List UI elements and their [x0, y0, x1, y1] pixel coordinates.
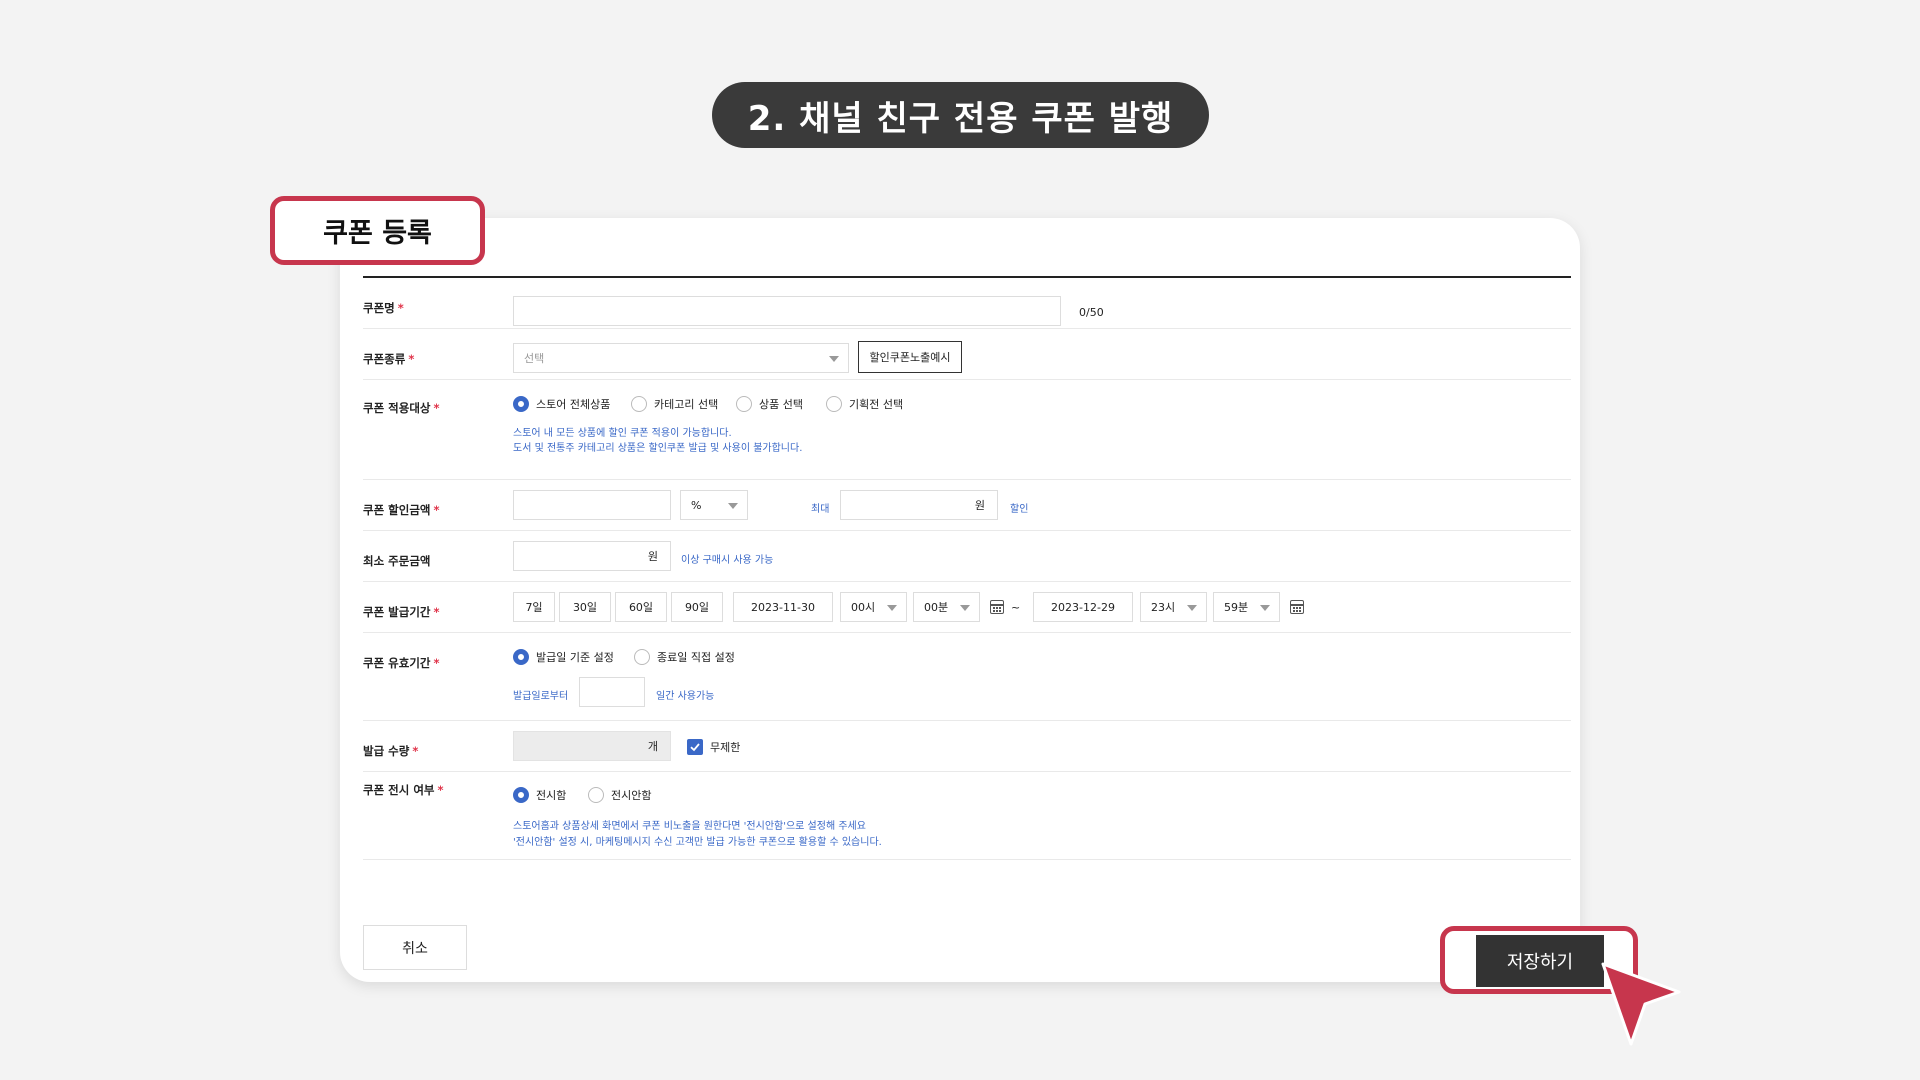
radio-empty-icon — [634, 649, 650, 665]
valid-days-input[interactable] — [579, 677, 645, 707]
date-range-tilde: ~ — [1011, 601, 1021, 614]
end-minute-select[interactable]: 59분 — [1213, 592, 1280, 622]
radio-target-product[interactable]: 상품 선택 — [736, 396, 803, 412]
quantity-input[interactable]: 개 — [513, 731, 671, 761]
label-coupon-target: 쿠폰 적용대상 — [363, 401, 431, 415]
start-hour-select[interactable]: 00시 — [840, 592, 907, 622]
chevron-down-icon — [960, 605, 970, 611]
discount-suffix: 할인 — [1010, 504, 1029, 515]
chevron-down-icon — [887, 605, 897, 611]
radio-target-store-all[interactable]: 스토어 전체상품 — [513, 396, 610, 412]
required-mark: * — [408, 352, 415, 366]
row-coupon-type: 쿠폰종류 * 선택 할인쿠폰노출예시 — [363, 329, 1571, 380]
radio-empty-icon — [588, 787, 604, 803]
step-title-pill: 2. 채널 친구 전용 쿠폰 발행 — [712, 82, 1209, 148]
required-mark: * — [433, 605, 440, 619]
radio-empty-icon — [826, 396, 842, 412]
coupon-type-select[interactable]: 선택 — [513, 343, 849, 373]
quick-60-days[interactable]: 60일 — [615, 592, 667, 622]
label-coupon-type: 쿠폰종류 — [363, 352, 406, 366]
label-issue-period: 쿠폰 발급기간 — [363, 605, 431, 619]
radio-target-category[interactable]: 카테고리 선택 — [631, 396, 718, 412]
quick-90-days[interactable]: 90일 — [671, 592, 723, 622]
label-min-order: 최소 주문금액 — [363, 554, 431, 568]
coupon-name-counter: 0/50 — [1079, 306, 1104, 319]
row-discount: 쿠폰 할인금액 * % 최대 원 할인 — [363, 480, 1571, 531]
radio-selected-icon — [513, 787, 529, 803]
row-quantity: 발급 수량 * 개 무제한 — [363, 721, 1571, 772]
row-issue-period: 쿠폰 발급기간 * 7일 30일 60일 90일 2023-11-30 00시 0… — [363, 582, 1571, 633]
radio-display-off[interactable]: 전시안함 — [588, 787, 651, 803]
required-mark: * — [433, 503, 440, 517]
row-min-order: 최소 주문금액 원 이상 구매시 사용 가능 — [363, 531, 1571, 582]
calendar-icon[interactable] — [990, 600, 1004, 614]
radio-empty-icon — [736, 396, 752, 412]
radio-valid-by-issue[interactable]: 발급일 기준 설정 — [513, 649, 614, 665]
end-date-input[interactable]: 2023-12-29 — [1033, 592, 1133, 622]
target-help-text-2: 도서 및 전통주 카테고리 상품은 할인쿠폰 발급 및 사용이 불가합니다. — [513, 443, 803, 454]
start-date-input[interactable]: 2023-11-30 — [733, 592, 833, 622]
chevron-down-icon — [1260, 605, 1270, 611]
min-order-suffix: 이상 구매시 사용 가능 — [681, 555, 774, 566]
quick-30-days[interactable]: 30일 — [559, 592, 611, 622]
required-mark: * — [433, 401, 440, 415]
required-mark: * — [412, 744, 419, 758]
checkbox-checked-icon — [687, 739, 703, 755]
radio-selected-icon — [513, 396, 529, 412]
required-mark: * — [397, 301, 404, 315]
discount-value-input[interactable] — [513, 490, 671, 520]
label-discount: 쿠폰 할인금액 — [363, 503, 431, 517]
row-coupon-name: 쿠폰명 * 0/50 — [363, 278, 1571, 329]
radio-target-exhibition[interactable]: 기획전 선택 — [826, 396, 903, 412]
discount-max-input[interactable]: 원 — [840, 490, 998, 520]
label-coupon-name: 쿠폰명 — [363, 301, 395, 315]
radio-empty-icon — [631, 396, 647, 412]
row-coupon-target: 쿠폰 적용대상 * 스토어 전체상품 카테고리 선택 상품 선택 기획전 선택 스… — [363, 380, 1571, 480]
label-valid-period: 쿠폰 유효기간 — [363, 656, 431, 670]
min-order-input[interactable]: 원 — [513, 541, 671, 571]
display-help-text-2: '전시안함' 설정 시, 마케팅메시지 수신 고객만 발급 가능한 쿠폰으로 활… — [513, 837, 882, 848]
section-tag-coupon-register: 쿠폰 등록 — [270, 196, 485, 265]
start-minute-select[interactable]: 00분 — [913, 592, 980, 622]
calendar-icon[interactable] — [1290, 600, 1304, 614]
coupon-form-card: 쿠폰명 * 0/50 쿠폰종류 * 선택 할인쿠폰노출예시 쿠폰 적용대상 * 스토어… — [340, 218, 1580, 982]
save-button[interactable]: 저장하기 — [1476, 935, 1604, 987]
chevron-down-icon — [829, 356, 839, 362]
cancel-button[interactable]: 취소 — [363, 925, 467, 970]
cursor-arrow-icon — [1601, 962, 1681, 1046]
row-valid-period: 쿠폰 유효기간 * 발급일 기준 설정 종료일 직접 설정 발급일로부터 일간 사… — [363, 633, 1571, 721]
coupon-name-input[interactable] — [513, 296, 1061, 326]
unlimited-checkbox[interactable]: 무제한 — [687, 739, 740, 755]
radio-display-on[interactable]: 전시함 — [513, 787, 566, 803]
discount-unit-select[interactable]: % — [680, 490, 748, 520]
radio-valid-by-end[interactable]: 종료일 직접 설정 — [634, 649, 735, 665]
target-help-text-1: 스토어 내 모든 상품에 할인 쿠폰 적용이 가능합니다. — [513, 428, 732, 439]
required-mark: * — [437, 783, 444, 797]
display-help-text-1: 스토어홈과 상품상세 화면에서 쿠폰 비노출을 원한다면 '전시안함'으로 설정… — [513, 821, 866, 832]
valid-days-suffix: 일간 사용가능 — [656, 691, 715, 702]
discount-max-label: 최대 — [811, 504, 830, 515]
label-quantity: 발급 수량 — [363, 744, 410, 758]
end-hour-select[interactable]: 23시 — [1140, 592, 1207, 622]
chevron-down-icon — [728, 503, 738, 509]
radio-selected-icon — [513, 649, 529, 665]
quick-7-days[interactable]: 7일 — [513, 592, 555, 622]
chevron-down-icon — [1187, 605, 1197, 611]
label-display: 쿠폰 전시 여부 — [363, 783, 435, 797]
coupon-preview-button[interactable]: 할인쿠폰노출예시 — [858, 341, 962, 373]
valid-from-label: 발급일로부터 — [513, 691, 569, 702]
required-mark: * — [433, 656, 440, 670]
row-display: 쿠폰 전시 여부 * 전시함 전시안함 스토어홈과 상품상세 화면에서 쿠폰 비노… — [363, 772, 1571, 860]
